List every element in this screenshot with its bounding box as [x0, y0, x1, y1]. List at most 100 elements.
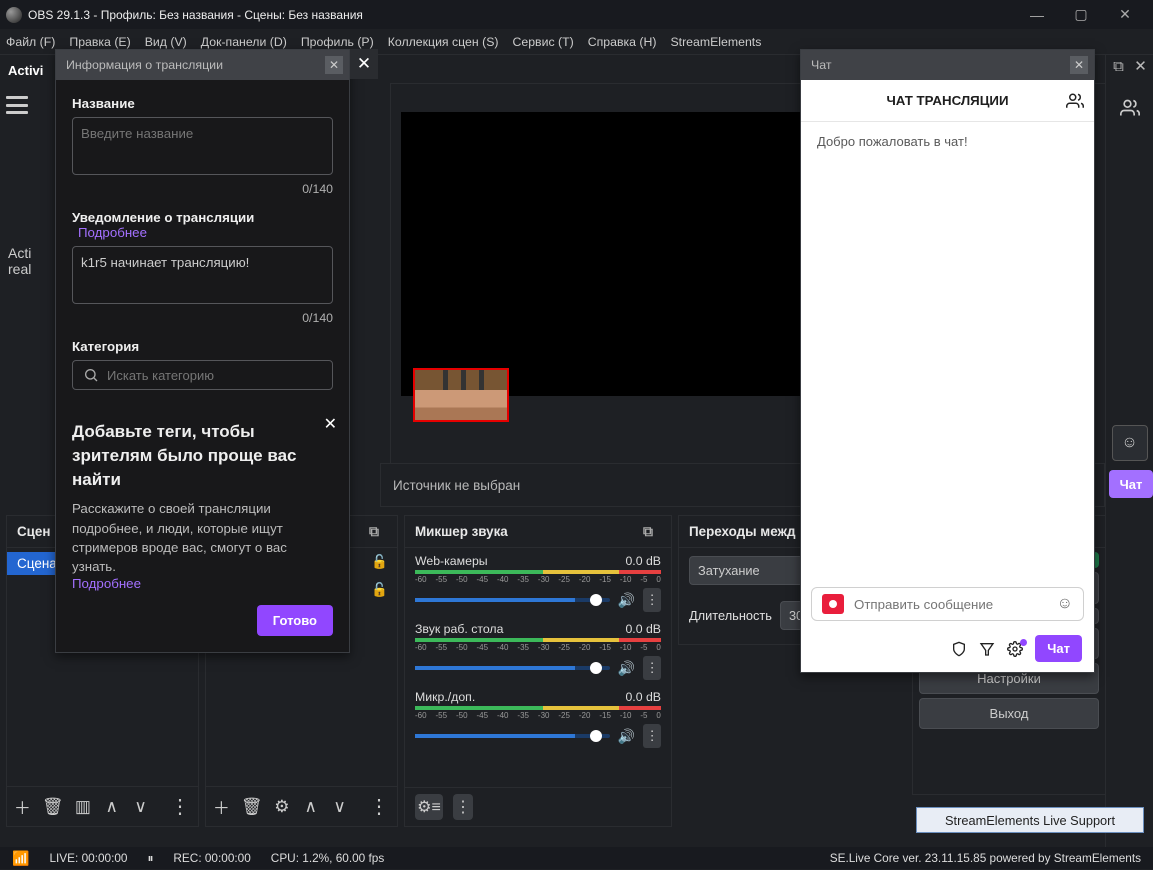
- menu-file[interactable]: Файл (F): [6, 35, 55, 49]
- window-close-button[interactable]: ✕: [1103, 0, 1147, 29]
- close-icon[interactable]: ✕: [1132, 57, 1150, 75]
- dock-popout-icon[interactable]: ⧉: [1110, 57, 1128, 75]
- vu-meter: [415, 638, 661, 642]
- search-icon: [83, 367, 99, 383]
- vu-meter: [415, 570, 661, 574]
- mixer-channel-more-button[interactable]: ⋮: [643, 724, 661, 748]
- source-remove-button[interactable]: 🗑: [241, 796, 263, 818]
- chat-settings-icon[interactable]: [1007, 641, 1023, 657]
- dock-popout-icon[interactable]: ⧉: [643, 523, 661, 541]
- activity-feed-header: Activi: [0, 55, 55, 85]
- speaker-icon[interactable]: 🔊: [618, 728, 635, 745]
- mixer-channel: Звук раб. стола0.0 dB -60-55-50-45-40-35…: [405, 616, 671, 684]
- source-down-button[interactable]: ∨: [330, 796, 349, 818]
- chat-popup: Чат ✕ ЧАТ ТРАНСЛЯЦИИ Добро пожаловать в …: [800, 49, 1095, 673]
- title-char-counter: 0/140: [72, 182, 333, 196]
- mixer-panel-title: Микшер звука: [415, 524, 508, 539]
- mixer-more-button[interactable]: ⋮: [453, 794, 473, 820]
- category-label: Категория: [72, 339, 333, 354]
- source-properties-button[interactable]: ⚙: [272, 796, 291, 818]
- menu-profile[interactable]: Профиль (P): [301, 35, 374, 49]
- menu-help[interactable]: Справка (H): [588, 35, 657, 49]
- chat-send-button[interactable]: Чат: [1035, 635, 1082, 662]
- mixer-channel-more-button[interactable]: ⋮: [643, 588, 661, 612]
- mixer-channel-name: Микр./доп.: [415, 690, 475, 704]
- tags-hint-box: ✕ Добавьте теги, чтобы зрителям было про…: [72, 420, 333, 636]
- pause-icon: ⏸: [148, 851, 154, 866]
- preview-canvas[interactable]: [401, 112, 811, 396]
- speaker-icon[interactable]: 🔊: [618, 660, 635, 677]
- lock-icon[interactable]: 🔓: [371, 554, 387, 570]
- mixer-channel-db: 0.0 dB: [625, 622, 661, 636]
- transition-duration-label: Длительность: [689, 608, 772, 623]
- users-icon[interactable]: [1066, 92, 1084, 110]
- tab-close-icon[interactable]: ✕: [1070, 56, 1088, 74]
- dock-popout-icon[interactable]: ⧉: [369, 523, 387, 541]
- streamer-badge-icon: [822, 594, 844, 614]
- tab-close-icon[interactable]: ✕: [325, 56, 343, 74]
- mixer-panel-header: Микшер звука ⧉: [405, 516, 671, 548]
- tags-hint-text: Расскажите о своей трансляции подробнее,…: [72, 499, 333, 576]
- lock-icon[interactable]: 🔓: [371, 582, 387, 598]
- window-maximize-button[interactable]: ▢: [1059, 0, 1103, 29]
- chat-dock-title: Чат: [811, 58, 832, 72]
- mixer-channel-more-button[interactable]: ⋮: [643, 656, 661, 680]
- emotes-button[interactable]: ☺: [1112, 425, 1148, 461]
- menu-tools[interactable]: Сервис (T): [513, 35, 574, 49]
- mixer-channel: Микр./доп.0.0 dB -60-55-50-45-40-35-30-2…: [405, 684, 671, 752]
- filter-icon[interactable]: [979, 641, 995, 657]
- mixer-advanced-button[interactable]: ⚙≡: [415, 794, 443, 820]
- volume-slider[interactable]: [415, 734, 610, 738]
- menu-view[interactable]: Вид (V): [145, 35, 187, 49]
- window-title: OBS 29.1.3 - Профиль: Без названия - Сце…: [28, 8, 1015, 22]
- window-minimize-button[interactable]: —: [1015, 0, 1059, 29]
- status-live: LIVE: 00:00:00: [49, 851, 127, 865]
- scene-up-button[interactable]: ∧: [102, 796, 121, 818]
- status-se: SE.Live Core ver. 23.11.15.85 powered by…: [830, 851, 1141, 865]
- category-search-input[interactable]: [107, 368, 322, 383]
- scene-filter-button[interactable]: ▥: [73, 796, 92, 818]
- network-icon: 📶: [12, 850, 29, 867]
- volume-slider[interactable]: [415, 598, 610, 602]
- source-add-button[interactable]: ＋: [212, 796, 231, 818]
- source-up-button[interactable]: ∧: [301, 796, 320, 818]
- notification-input[interactable]: k1r5 начинает трансляцию!: [72, 246, 333, 304]
- menu-edit[interactable]: Правка (E): [69, 35, 130, 49]
- category-search[interactable]: [72, 360, 333, 390]
- preview-webcam-source[interactable]: [413, 368, 509, 422]
- menu-dock-panels[interactable]: Док-панели (D): [201, 35, 287, 49]
- chat-send-hidden-button[interactable]: Чат: [1109, 470, 1153, 498]
- se-live-support-button[interactable]: StreamElements Live Support: [916, 807, 1144, 833]
- scene-remove-button[interactable]: 🗑: [42, 796, 64, 818]
- menu-streamelements[interactable]: StreamElements: [670, 35, 761, 49]
- users-icon[interactable]: [1112, 90, 1148, 126]
- scenes-footer: ＋ 🗑 ▥ ∧ ∨ ⋮: [7, 786, 198, 826]
- mixer-channel-name: Web-камеры: [415, 554, 488, 568]
- menu-scene-collection[interactable]: Коллекция сцен (S): [388, 35, 499, 49]
- emoji-icon[interactable]: ☺: [1057, 595, 1073, 613]
- chat-welcome-text: Добро пожаловать в чат!: [817, 134, 968, 149]
- stream-info-outer-close-button[interactable]: ✕: [350, 49, 378, 79]
- vu-meter: [415, 706, 661, 710]
- tags-hint-close-button[interactable]: ✕: [324, 414, 337, 434]
- ready-button[interactable]: Готово: [257, 605, 333, 636]
- exit-button[interactable]: Выход: [919, 698, 1099, 729]
- notification-label: Уведомление о трансляции: [72, 210, 254, 225]
- shield-icon[interactable]: [951, 641, 967, 657]
- volume-slider[interactable]: [415, 666, 610, 670]
- scene-add-button[interactable]: ＋: [13, 796, 32, 818]
- tags-more-link[interactable]: Подробнее: [72, 576, 141, 591]
- tags-hint-title: Добавьте теги, чтобы зрителям было проще…: [72, 420, 333, 491]
- transitions-panel-title: Переходы межд: [689, 524, 795, 539]
- hamburger-icon[interactable]: [6, 96, 28, 114]
- scenes-panel-title: Сцен: [17, 524, 50, 539]
- source-more-button[interactable]: ⋮: [369, 796, 391, 818]
- scene-more-button[interactable]: ⋮: [170, 796, 192, 818]
- chat-input-box[interactable]: ☺: [811, 587, 1084, 621]
- scene-down-button[interactable]: ∨: [131, 796, 150, 818]
- stream-info-dock-title: Информация о трансляции: [66, 58, 223, 72]
- chat-input[interactable]: [854, 597, 1047, 612]
- stream-title-input[interactable]: [72, 117, 333, 175]
- speaker-icon[interactable]: 🔊: [618, 592, 635, 609]
- notification-info-link[interactable]: Подробнее: [78, 225, 147, 240]
